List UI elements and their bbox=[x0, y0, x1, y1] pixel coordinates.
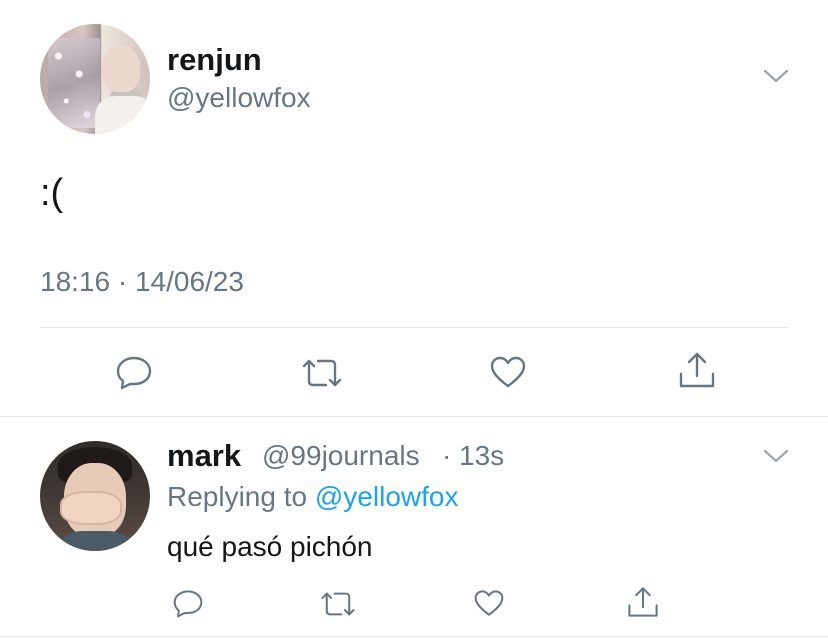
divider bbox=[40, 327, 788, 328]
avatar-face bbox=[102, 46, 140, 92]
like-icon[interactable] bbox=[489, 354, 527, 390]
replying-to-label: Replying to bbox=[167, 481, 308, 512]
avatar-sparkle-background bbox=[48, 38, 100, 128]
user-handle[interactable]: @99journals bbox=[262, 440, 420, 472]
chevron-down-icon[interactable] bbox=[762, 446, 790, 466]
avatar[interactable] bbox=[40, 441, 150, 551]
divider bbox=[0, 416, 828, 417]
like-icon[interactable] bbox=[473, 588, 505, 618]
avatar-shirt bbox=[95, 96, 150, 134]
reply-icon[interactable] bbox=[115, 354, 153, 390]
reply-icon[interactable] bbox=[172, 588, 204, 618]
tweet-text: :( bbox=[40, 172, 64, 214]
avatar[interactable] bbox=[40, 24, 150, 134]
retweet-icon[interactable] bbox=[300, 357, 344, 389]
mention-link[interactable]: @yellowfox bbox=[315, 481, 459, 512]
share-icon[interactable] bbox=[626, 585, 660, 619]
avatar-shirt bbox=[52, 531, 138, 551]
display-name[interactable]: mark bbox=[167, 438, 241, 474]
tweet-text: qué pasó pichón bbox=[167, 531, 373, 562]
divider bbox=[0, 636, 828, 637]
display-name[interactable]: renjun bbox=[167, 42, 262, 78]
tweet-timestamp[interactable]: 18:16 · 14/06/23 bbox=[40, 266, 244, 298]
avatar-hand bbox=[60, 491, 122, 525]
replying-to: Replying to @yellowfox bbox=[167, 481, 458, 513]
tweet-time[interactable]: 13s bbox=[459, 440, 504, 472]
retweet-icon[interactable] bbox=[319, 590, 357, 618]
user-handle[interactable]: @yellowfox bbox=[167, 82, 311, 114]
separator-dot: · bbox=[442, 440, 452, 471]
share-icon[interactable] bbox=[677, 350, 717, 390]
chevron-down-icon[interactable] bbox=[762, 66, 790, 86]
